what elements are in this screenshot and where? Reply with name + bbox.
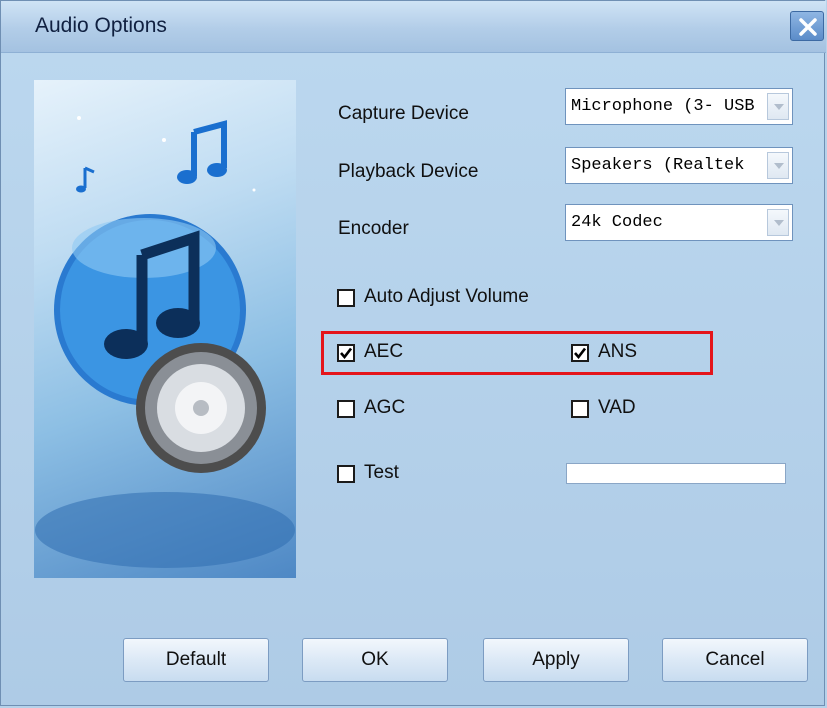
cancel-button[interactable]: Cancel [662,638,808,682]
speaker-icon [136,343,266,473]
encoder-select[interactable]: 24k Codec [565,204,793,241]
window-title: Audio Options [35,14,167,37]
ok-button[interactable]: OK [302,638,448,682]
close-icon [799,18,817,36]
auto-adjust-volume-checkbox[interactable] [337,289,355,307]
music-note-icon [177,120,227,184]
vad-checkbox[interactable] [571,400,589,418]
test-checkbox[interactable] [337,465,355,483]
playback-device-select[interactable]: Speakers (Realtek [565,147,793,184]
test-label: Test [364,462,399,483]
audio-options-dialog: Audio Options Capture Device Microphone … [0,0,826,706]
close-button[interactable] [790,11,824,41]
default-button[interactable]: Default [123,638,269,682]
apply-button[interactable]: Apply [483,638,629,682]
aec-ans-highlight-box [321,331,713,375]
playback-device-label: Playback Device [338,161,479,182]
small-music-note-icon [76,166,95,193]
vad-label: VAD [598,397,636,418]
audio-illustration [34,80,296,578]
capture-device-dropdown-button[interactable] [767,93,789,120]
capture-device-value: Microphone (3- USB [571,97,755,116]
encoder-label: Encoder [338,218,409,239]
chevron-down-icon [774,220,784,226]
encoder-dropdown-button[interactable] [767,209,789,236]
chevron-down-icon [774,104,784,110]
playback-device-dropdown-button[interactable] [767,152,789,179]
chevron-down-icon [774,163,784,169]
capture-device-label: Capture Device [338,103,469,124]
encoder-value: 24k Codec [571,213,663,232]
agc-checkbox[interactable] [337,400,355,418]
capture-device-select[interactable]: Microphone (3- USB [565,88,793,125]
test-level-meter [566,463,786,484]
agc-label: AGC [364,397,406,418]
title-bar: Audio Options [1,1,826,53]
playback-device-value: Speakers (Realtek [571,156,745,175]
auto-adjust-volume-label: Auto Adjust Volume [364,286,529,307]
